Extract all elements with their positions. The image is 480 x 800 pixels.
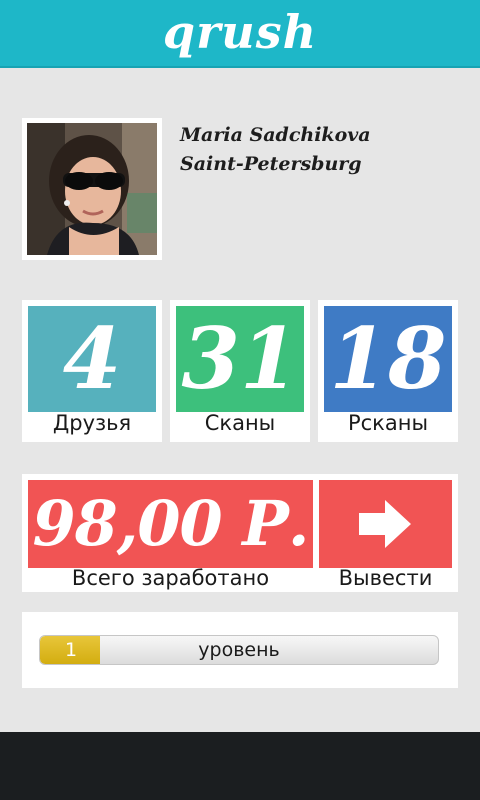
level-progress-bar: уровень 1 bbox=[39, 635, 439, 665]
app-header: qrush bbox=[0, 0, 480, 68]
stat-rescans-value: 18 bbox=[324, 306, 452, 412]
earnings-label: Всего заработано bbox=[71, 566, 270, 590]
user-name: Maria Sadchikova bbox=[180, 124, 371, 146]
earnings-amount: 98,00 Р. bbox=[28, 480, 313, 568]
stat-rescans[interactable]: 18 Рсканы bbox=[318, 300, 458, 442]
stat-friends-value: 4 bbox=[28, 306, 156, 412]
stat-friends-label: Друзья bbox=[52, 411, 132, 435]
user-city: Saint-Petersburg bbox=[180, 153, 362, 175]
system-nav-bar bbox=[0, 732, 480, 800]
stat-scans[interactable]: 31 Сканы bbox=[170, 300, 310, 442]
stat-rescans-label: Рсканы bbox=[347, 411, 429, 435]
app-logo: qrush bbox=[162, 5, 318, 59]
stat-friends[interactable]: 4 Друзья bbox=[22, 300, 162, 442]
level-card: уровень 1 bbox=[22, 612, 458, 688]
arrow-right-icon bbox=[359, 500, 411, 548]
level-number: 1 bbox=[64, 639, 78, 661]
earnings-card: 98,00 Р. Всего заработано Вывести bbox=[22, 474, 458, 592]
avatar-portrait-graphic bbox=[27, 123, 157, 255]
avatar[interactable] bbox=[27, 123, 157, 255]
stat-scans-value: 31 bbox=[176, 306, 304, 412]
avatar-frame bbox=[22, 118, 162, 260]
withdraw-label: Вывести bbox=[338, 566, 433, 590]
stat-scans-label: Сканы bbox=[204, 411, 276, 435]
withdraw-button[interactable] bbox=[319, 480, 452, 568]
